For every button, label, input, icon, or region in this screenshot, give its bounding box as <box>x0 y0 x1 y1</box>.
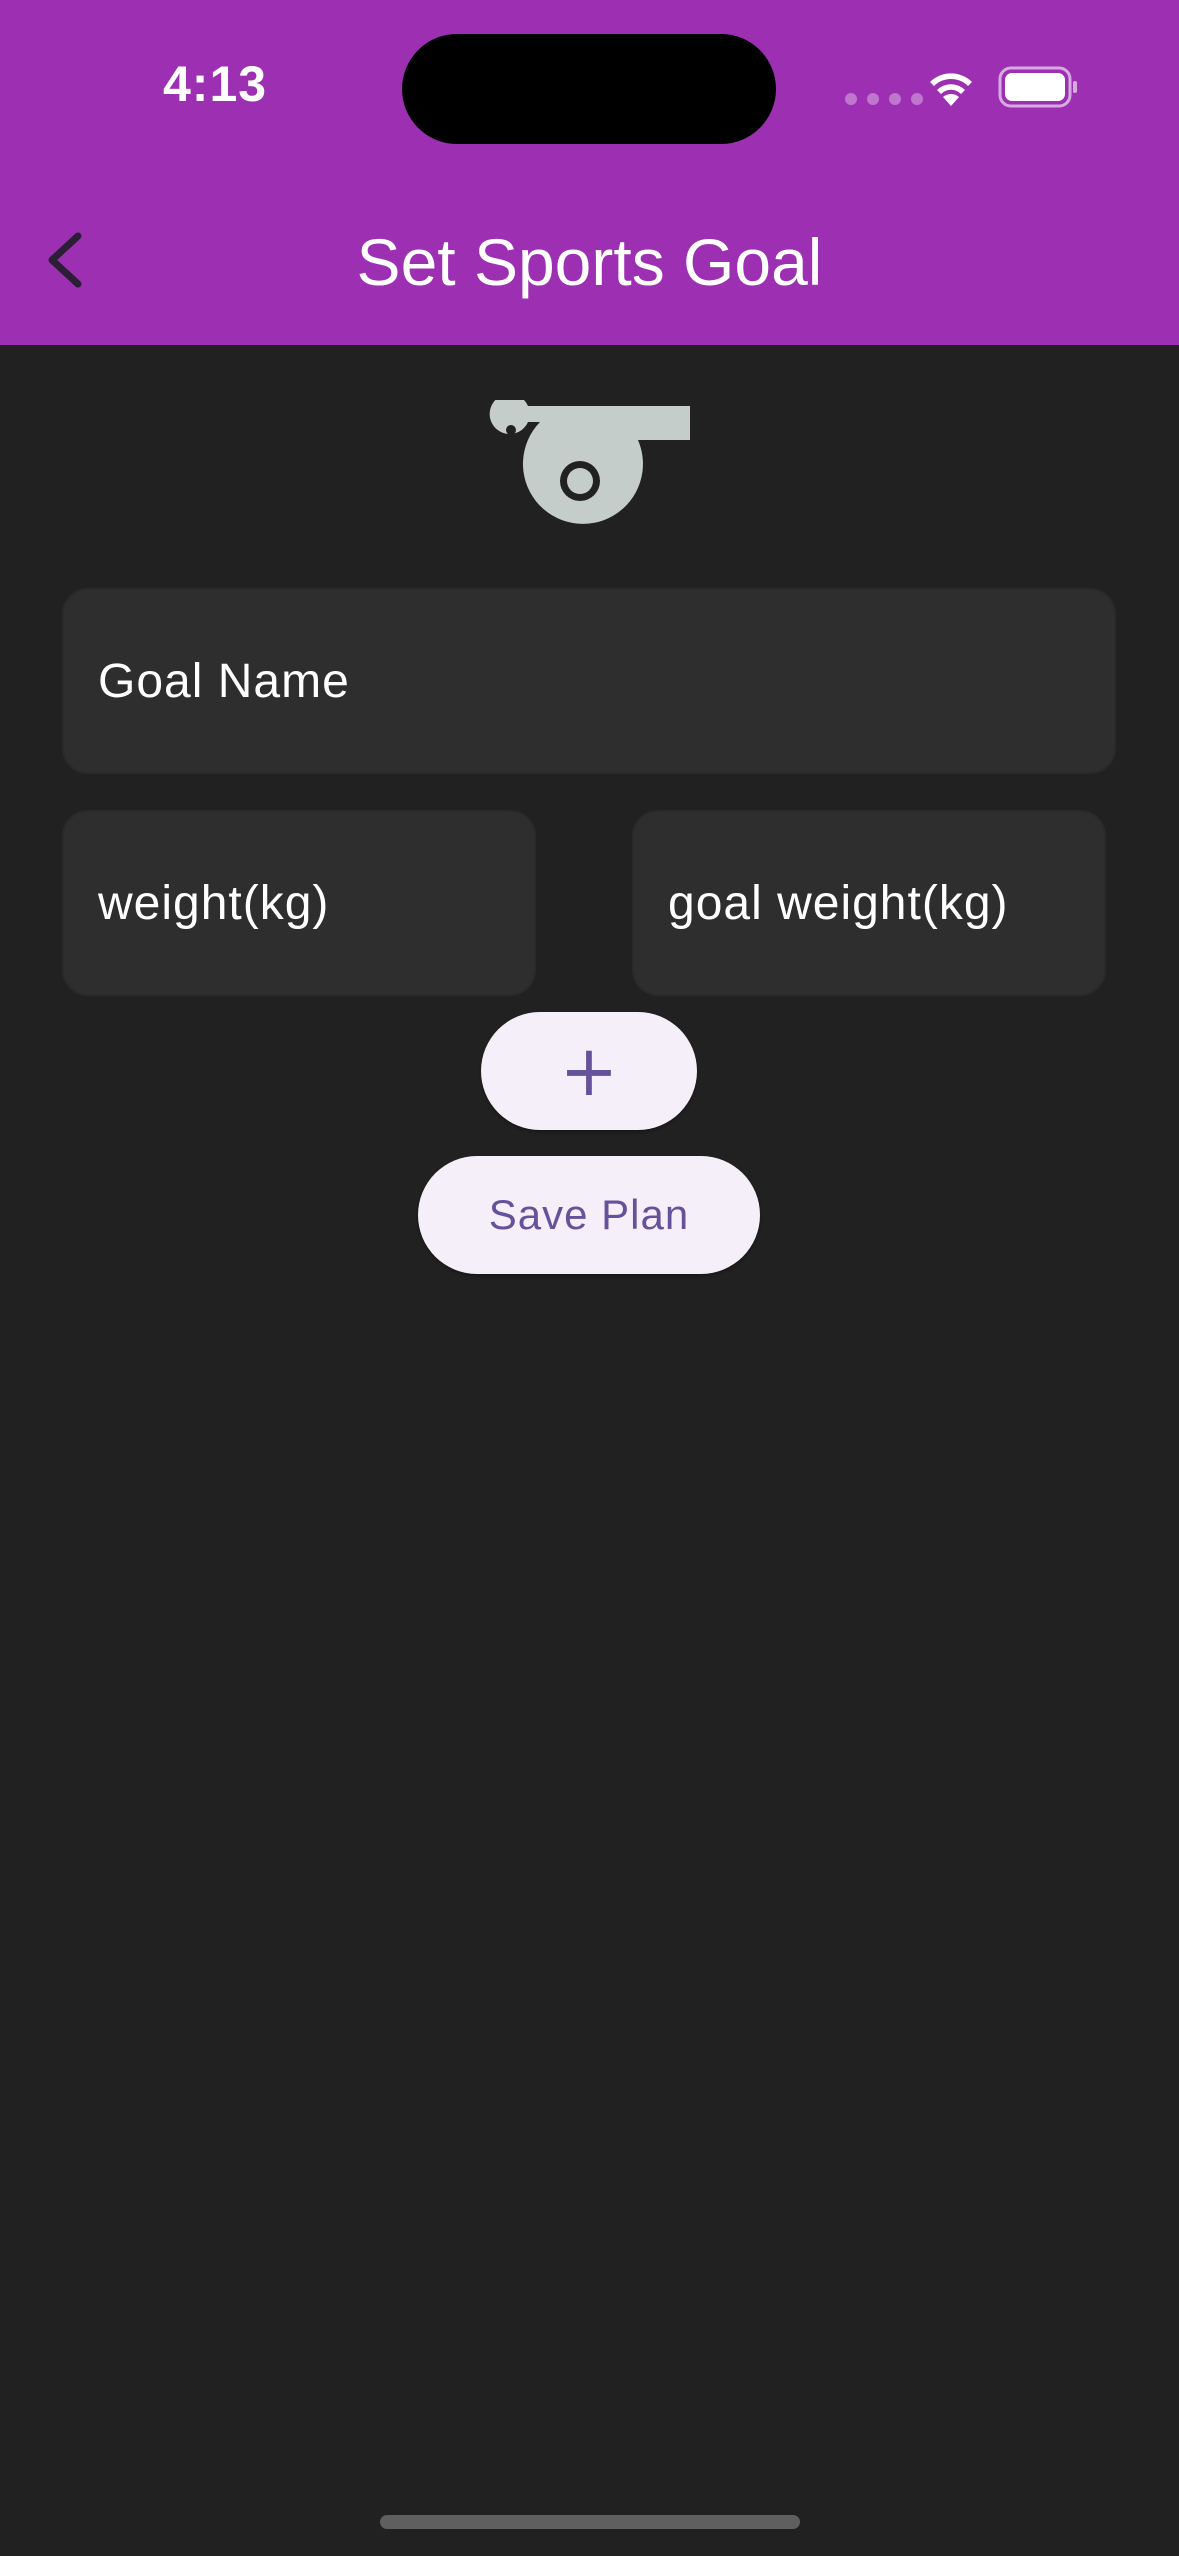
cellular-signal-icon <box>845 93 923 105</box>
status-time: 4:13 <box>163 56 268 112</box>
dynamic-island <box>402 34 776 144</box>
goal-weight-field[interactable] <box>632 810 1106 996</box>
page-title: Set Sports Goal <box>356 225 823 299</box>
app-bar: 4:13 Set Sports Goal <box>0 0 1179 345</box>
add-button[interactable]: + <box>481 1012 697 1130</box>
weight-input[interactable] <box>64 812 534 994</box>
whistle-icon <box>489 400 690 524</box>
weight-field[interactable] <box>62 810 536 996</box>
battery-icon <box>998 66 1077 108</box>
goal-weight-input[interactable] <box>634 812 1104 994</box>
home-indicator <box>380 2515 800 2529</box>
goal-name-field[interactable] <box>62 588 1116 774</box>
save-plan-button[interactable]: Save Plan <box>418 1156 760 1274</box>
goal-name-input[interactable] <box>64 590 1114 772</box>
wifi-icon <box>930 73 972 106</box>
